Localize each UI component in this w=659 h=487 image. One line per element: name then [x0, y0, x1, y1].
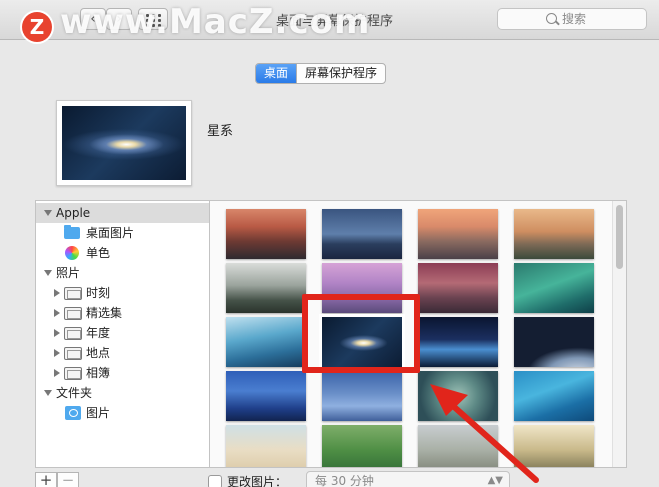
interval-value: 每 30 分钟	[315, 474, 374, 487]
add-folder-button[interactable]: +	[35, 472, 57, 487]
chevron-updown-icon: ▲▼	[487, 475, 503, 486]
change-picture-label: 更改图片：	[227, 475, 288, 487]
change-interval-select[interactable]: 每 30 分钟 ▲▼	[306, 471, 510, 487]
annotation-arrow	[430, 384, 539, 483]
change-picture-checkbox[interactable]	[208, 475, 222, 487]
remove-folder-button[interactable]: −	[57, 472, 79, 487]
